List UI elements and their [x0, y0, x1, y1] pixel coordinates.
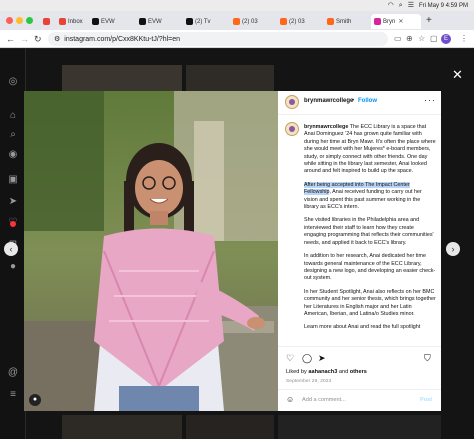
cast-icon[interactable]: ▭	[394, 33, 402, 45]
extensions-icon[interactable]: ▢	[430, 33, 438, 45]
like-heart-icon[interactable]: ♡	[286, 353, 294, 363]
tab-substack-2[interactable]: (2) 03	[277, 14, 321, 29]
tab-substack-1[interactable]: (2) 03	[230, 14, 274, 29]
instagram-icon	[374, 18, 381, 25]
liked-by-others[interactable]: others	[350, 369, 367, 375]
comment-icon[interactable]: ◯	[302, 353, 312, 363]
browser-toolbar: ← → ↻ ⚙ instagram.com/p/Cxx8KKtu-tJ/?hl=…	[0, 30, 474, 48]
substack-icon	[280, 18, 287, 25]
caption-paragraph: After being accepted into The Impact Cen…	[304, 181, 422, 211]
account-avatar[interactable]	[285, 95, 299, 109]
post-username[interactable]: brynmawrcollege	[304, 98, 353, 104]
background-post-tile	[278, 415, 441, 439]
substack-icon	[233, 18, 240, 25]
separator-dot: •	[352, 98, 355, 104]
tab-label: Inbox	[68, 18, 83, 25]
post-photo[interactable]: ●	[24, 91, 278, 411]
site-info-icon[interactable]: ⚙	[54, 35, 60, 43]
follow-button[interactable]: Follow	[358, 98, 377, 104]
close-window-button[interactable]	[6, 17, 13, 24]
photo-of-student	[24, 91, 278, 411]
previous-post-button[interactable]: ‹	[4, 242, 18, 256]
caption-paragraph: Learn more about Anai and read the full …	[304, 324, 421, 331]
tab-strip: Inbox EVW EVW (2) Tv (2) 03 (2) 03 Smith…	[0, 11, 474, 30]
x-icon	[186, 18, 193, 25]
liked-by-user[interactable]: aahanach3	[308, 369, 337, 375]
back-arrow-icon[interactable]: ←	[6, 32, 15, 46]
save-bookmark-icon[interactable]: ⛉	[424, 353, 431, 363]
tab-inbox[interactable]: Inbox	[56, 14, 86, 29]
tab-tw[interactable]: (2) Tv	[183, 14, 227, 29]
divider	[278, 389, 441, 390]
tab-label: Smith	[336, 18, 352, 25]
emoji-icon[interactable]: ☺	[286, 395, 294, 404]
divider	[278, 114, 441, 115]
tab-bryn-mawr-active[interactable]: Bryn ✕	[371, 14, 421, 29]
tab-label: Bryn	[383, 18, 396, 25]
home-icon[interactable]: ⌂	[7, 110, 19, 122]
tab-label: EVW	[101, 18, 115, 25]
bookmark-star-icon[interactable]: ☆	[418, 33, 425, 45]
tab-label: (2) Tv	[195, 18, 211, 25]
reload-icon[interactable]: ↻	[34, 32, 42, 46]
profile-icon[interactable]: ●	[7, 261, 19, 273]
comment-input[interactable]: Add a comment...	[302, 397, 346, 403]
search-icon[interactable]: ⌕	[399, 1, 403, 10]
address-bar[interactable]: ⚙ instagram.com/p/Cxx8KKtu-tJ/?hl=en	[48, 32, 388, 46]
substack-icon	[327, 18, 334, 25]
tab-label: (2) 03	[289, 18, 305, 25]
gmail-icon	[43, 18, 50, 25]
post-comment-button[interactable]: Post	[420, 397, 432, 403]
menu-bar: ◠ ⌕ ☰ Fri May 9 4:59 PM	[0, 0, 474, 11]
caption-paragraph: She visited libraries in the Philadelphi…	[304, 217, 434, 246]
new-tab-button[interactable]: +	[426, 15, 432, 27]
control-center-icon[interactable]: ☰	[408, 1, 414, 10]
tab-gmail-1[interactable]	[40, 14, 54, 29]
post-date[interactable]: September 29, 2023	[286, 379, 331, 384]
threads-icon[interactable]: @	[7, 367, 19, 379]
tab-smith[interactable]: Smith	[324, 14, 368, 29]
more-options-icon[interactable]: ···	[424, 95, 436, 105]
reels-icon[interactable]: ▣	[7, 174, 19, 186]
close-post-icon[interactable]: ✕	[452, 68, 463, 81]
share-icon[interactable]: ➤	[318, 353, 326, 363]
tab-label: (2) 03	[242, 18, 258, 25]
browser-menu-icon[interactable]: ⋮	[460, 33, 468, 45]
forward-arrow-icon[interactable]: →	[20, 32, 29, 46]
profile-avatar[interactable]: E	[441, 34, 451, 44]
caption-paragraph: brynmawrcollege The ECC Library is a spa…	[304, 124, 436, 175]
minimize-window-button[interactable]	[16, 17, 23, 24]
tab-evw-2[interactable]: EVW	[136, 14, 180, 29]
likes-summary: Liked by aahanach3 and others	[286, 369, 367, 375]
x-icon	[92, 18, 99, 25]
messages-icon[interactable]: ➤	[7, 196, 19, 208]
wifi-icon[interactable]: ◠	[388, 1, 394, 10]
x-icon	[139, 18, 146, 25]
next-post-button[interactable]: ›	[446, 242, 460, 256]
close-tab-icon[interactable]: ✕	[398, 18, 403, 25]
tab-evw-1[interactable]: EVW	[89, 14, 133, 29]
zoom-window-button[interactable]	[26, 17, 33, 24]
settings-menu-icon[interactable]: ≡	[7, 389, 19, 401]
notification-dot	[10, 221, 16, 227]
search-icon[interactable]: ⌕	[7, 129, 19, 141]
caption-username[interactable]: brynmawrcollege	[304, 124, 348, 130]
explore-icon[interactable]: ◉	[7, 149, 19, 161]
background-post-tile	[186, 415, 274, 439]
instagram-logo-icon[interactable]: ◎	[7, 76, 19, 88]
gmail-icon	[59, 18, 66, 25]
tagged-people-icon[interactable]: ●	[29, 394, 41, 406]
caption-avatar[interactable]	[285, 122, 299, 136]
url-text[interactable]: instagram.com/p/Cxx8KKtu-tJ/?hl=en	[64, 36, 180, 43]
post-caption: brynmawrcollege The ECC Library is a spa…	[304, 124, 436, 343]
background-post-tile	[62, 65, 182, 93]
caption-paragraph: In addition to her research, Anai dedica…	[304, 253, 436, 282]
background-post-tile	[186, 65, 274, 93]
zoom-icon[interactable]: ⊕	[406, 33, 413, 45]
divider	[278, 346, 441, 347]
menu-bar-clock[interactable]: Fri May 9 4:59 PM	[419, 3, 468, 9]
caption-paragraph: In her Student Spotlight, Anai also refl…	[304, 288, 436, 317]
tab-label: EVW	[148, 18, 162, 25]
background-post-tile	[62, 415, 182, 439]
